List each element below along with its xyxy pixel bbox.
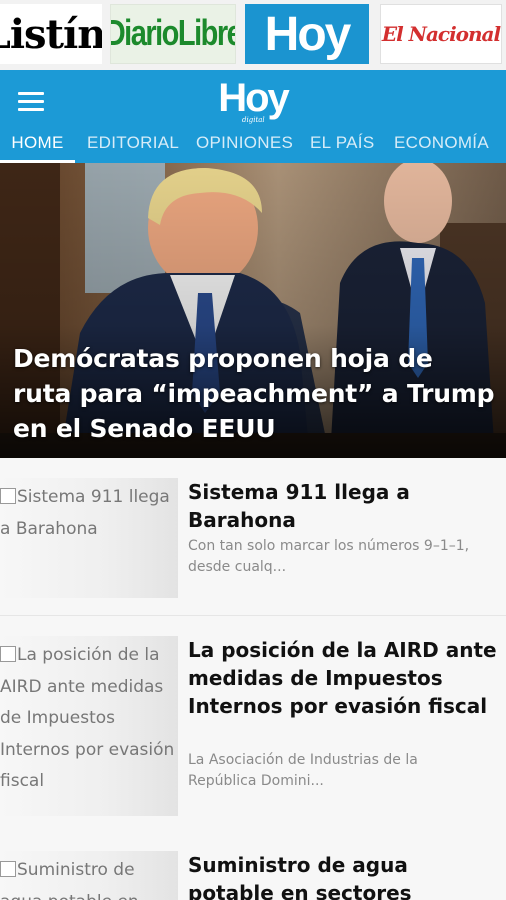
- article-excerpt: La Asociación de Industrias de la Repúbl…: [188, 752, 418, 789]
- newspaper-listin[interactable]: Listín: [0, 4, 102, 64]
- list-item[interactable]: La posición de la AIRD ante medidas de I…: [0, 616, 506, 831]
- hero-headline[interactable]: Demócratas proponen hoja de ruta para “i…: [13, 341, 498, 446]
- tab-economia[interactable]: ECONOMÍA: [394, 128, 489, 163]
- tab-opiniones[interactable]: OPINIONES: [196, 128, 293, 163]
- article-thumbnail[interactable]: Suministro de agua potable en: [0, 851, 178, 900]
- article-title[interactable]: Sistema 911 llega a Barahona: [188, 478, 498, 534]
- tab-home[interactable]: HOME: [0, 128, 75, 163]
- article-title[interactable]: La posición de la AIRD ante medidas de I…: [188, 636, 498, 720]
- article-excerpt: Con tan solo marcar los números 9–1–1, d…: [188, 538, 470, 575]
- hamburger-menu-icon[interactable]: [10, 86, 54, 116]
- thumbnail-alt-text: La posición de la AIRD ante medidas de I…: [0, 640, 178, 798]
- app-logo-text: Hoy: [218, 76, 290, 120]
- section-tabs: HOME EDITORIAL OPINIONES EL PAÍS ECONOMÍ…: [0, 128, 506, 163]
- thumbnail-alt-label: La posición de la AIRD ante medidas de I…: [0, 645, 175, 791]
- newspaper-diario-libre-logo: DiarioLibre: [110, 13, 236, 54]
- thumbnail-alt-label: Sistema 911 llega a Barahona: [0, 487, 170, 539]
- article-title[interactable]: Suministro de agua potable en sectores a…: [188, 851, 498, 900]
- tab-editorial[interactable]: EDITORIAL: [87, 128, 179, 163]
- news-list: Sistema 911 llega a Barahona Sistema 911…: [0, 458, 506, 900]
- app-logo: Hoy digital: [212, 78, 294, 124]
- newspaper-el-nacional-logo: El Nacional: [381, 22, 501, 46]
- thumbnail-alt-text: Suministro de agua potable en: [0, 855, 178, 900]
- broken-image-icon: [0, 861, 16, 877]
- newspaper-diario-libre[interactable]: DiarioLibre: [110, 4, 236, 64]
- app-bar: Hoy digital HOME EDITORIAL OPINIONES EL …: [0, 70, 506, 163]
- thumbnail-alt-text: Sistema 911 llega a Barahona: [0, 482, 178, 545]
- broken-image-icon: [0, 646, 16, 662]
- list-item[interactable]: Suministro de agua potable en Suministro…: [0, 831, 506, 900]
- newspaper-hoy-logo: Hoy: [264, 7, 352, 61]
- newspaper-listin-logo: Listín: [0, 10, 102, 58]
- article-thumbnail[interactable]: Sistema 911 llega a Barahona: [0, 478, 178, 598]
- article-thumbnail[interactable]: La posición de la AIRD ante medidas de I…: [0, 636, 178, 816]
- app-logo-subtext: digital: [242, 116, 265, 124]
- newspaper-switcher: Listín DiarioLibre Hoy El Nacional: [0, 0, 506, 70]
- thumbnail-alt-label: Suministro de agua potable en: [0, 860, 139, 900]
- tab-el-pais[interactable]: EL PAÍS: [310, 128, 374, 163]
- newspaper-el-nacional[interactable]: El Nacional: [380, 4, 502, 64]
- list-item[interactable]: Sistema 911 llega a Barahona Sistema 911…: [0, 458, 506, 616]
- hero-story[interactable]: Demócratas proponen hoja de ruta para “i…: [0, 163, 506, 458]
- newspaper-hoy[interactable]: Hoy: [245, 4, 369, 64]
- broken-image-icon: [0, 488, 16, 504]
